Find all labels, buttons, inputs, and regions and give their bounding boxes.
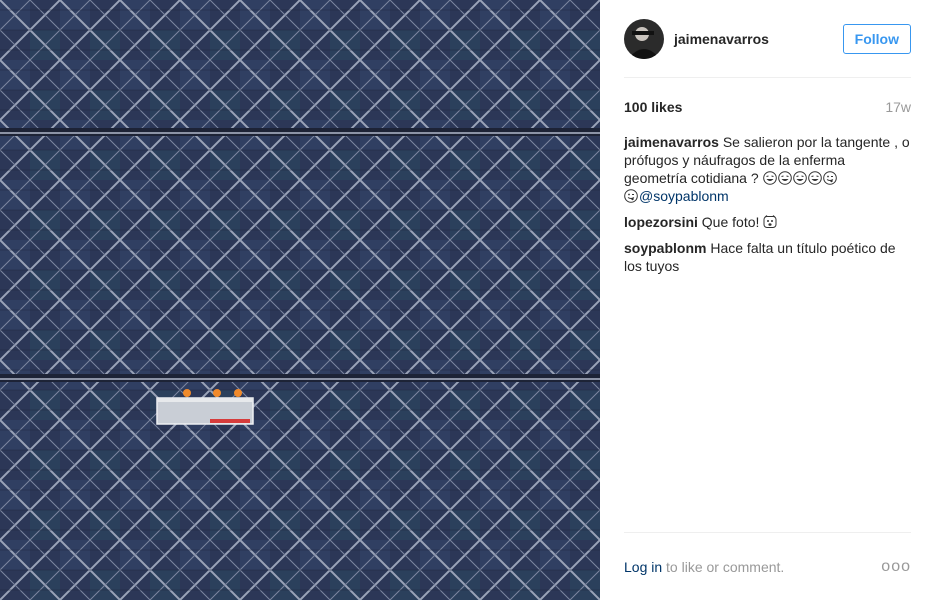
follow-button[interactable]: Follow <box>842 23 911 54</box>
winking-tongue-emoji-icon <box>624 189 638 203</box>
mention-link[interactable]: @soypablonm <box>639 188 729 204</box>
login-link[interactable]: Log in <box>624 559 662 575</box>
avatar[interactable] <box>624 18 664 59</box>
laughing-emoji-icon <box>777 171 792 185</box>
profile-photo-icon <box>624 18 664 59</box>
login-suffix: to like or comment. <box>662 559 785 575</box>
post-age[interactable]: 17w <box>885 99 911 115</box>
comment-username[interactable]: lopezorsini <box>624 214 698 230</box>
comment: jaimenavarros Se salieron por la tangent… <box>624 133 911 205</box>
laughing-emoji-icon <box>762 171 777 185</box>
post-photo[interactable] <box>0 0 600 600</box>
building-facade-image <box>0 0 600 600</box>
winking-tongue-emoji-icon <box>822 171 837 185</box>
comment-text: Que foto! <box>701 214 760 230</box>
likes-count[interactable]: 100 likes <box>624 99 682 115</box>
post-footer: Log in to like or comment. ooo <box>624 532 911 601</box>
post-stats: 100 likes 17w <box>624 78 911 133</box>
comments-list: jaimenavarros Se salieron por la tangent… <box>624 133 911 275</box>
laughing-emoji-icon <box>792 171 807 185</box>
post-sidebar: jaimenavarros Follow 100 likes 17w jaime… <box>600 0 935 600</box>
post-username[interactable]: jaimenavarros <box>674 31 843 47</box>
instagram-post: jaimenavarros Follow 100 likes 17w jaime… <box>0 0 935 600</box>
face-emoji-icon <box>763 215 777 228</box>
login-prompt: Log in to like or comment. <box>624 559 784 575</box>
post-header: jaimenavarros Follow <box>624 0 911 78</box>
comment: lopezorsini Que foto! <box>624 213 911 231</box>
comment-username[interactable]: soypablonm <box>624 240 706 256</box>
more-options-icon[interactable]: ooo <box>881 558 911 576</box>
comment-username[interactable]: jaimenavarros <box>624 134 719 150</box>
laughing-emoji-icon <box>807 171 822 185</box>
comment: soypablonm Hace falta un título poético … <box>624 239 911 275</box>
